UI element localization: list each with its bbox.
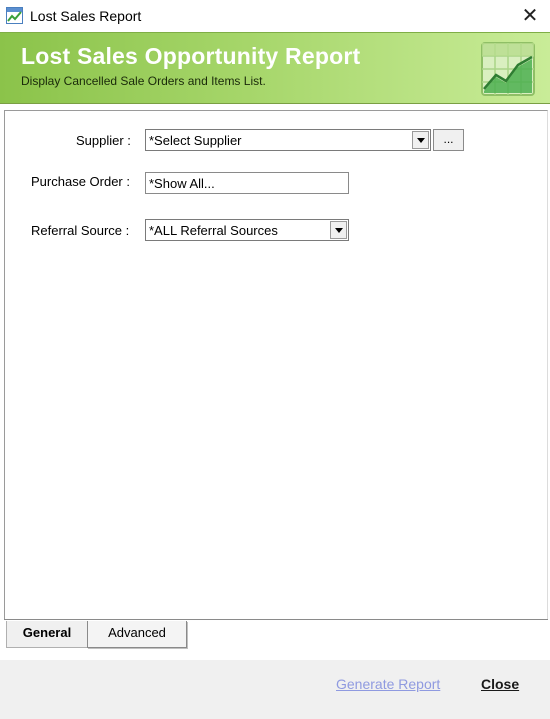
report-header-banner: Lost Sales Opportunity Report Display Ca… (0, 32, 550, 104)
close-link[interactable]: Close (481, 676, 519, 692)
referral-source-select[interactable]: *ALL Referral Sources (145, 219, 349, 241)
supplier-value: *Select Supplier (149, 133, 242, 148)
footer-bar: Generate Report Close (0, 660, 550, 719)
generate-report-link[interactable]: Generate Report (336, 676, 440, 692)
tab-strip: General Advanced (4, 619, 548, 659)
report-title: Lost Sales Opportunity Report (21, 43, 361, 69)
purchase-order-field[interactable]: *Show All... (145, 172, 349, 194)
purchase-order-value: *Show All... (149, 176, 215, 191)
title-bar: Lost Sales Report ✕ (0, 0, 550, 32)
tab-general[interactable]: General (6, 621, 88, 648)
report-subtitle: Display Cancelled Sale Orders and Items … (21, 74, 266, 88)
chart-report-icon (6, 7, 23, 24)
referral-source-dropdown-arrow-icon[interactable] (330, 221, 347, 239)
spreadsheet-chart-icon (481, 42, 535, 96)
supplier-browse-button[interactable]: ... (433, 129, 464, 151)
tab-advanced[interactable]: Advanced (87, 621, 187, 648)
referral-source-label: Referral Source : (31, 223, 130, 238)
purchase-order-label: Purchase Order : (31, 174, 130, 189)
referral-source-value: *ALL Referral Sources (149, 223, 278, 238)
supplier-select[interactable]: *Select Supplier (145, 129, 431, 151)
supplier-dropdown-arrow-icon[interactable] (412, 131, 429, 149)
general-panel: Supplier : *Select Supplier ... Purchase… (4, 110, 548, 619)
close-icon[interactable]: ✕ (518, 4, 542, 28)
supplier-label: Supplier : (76, 133, 131, 148)
window-title: Lost Sales Report (30, 8, 142, 24)
